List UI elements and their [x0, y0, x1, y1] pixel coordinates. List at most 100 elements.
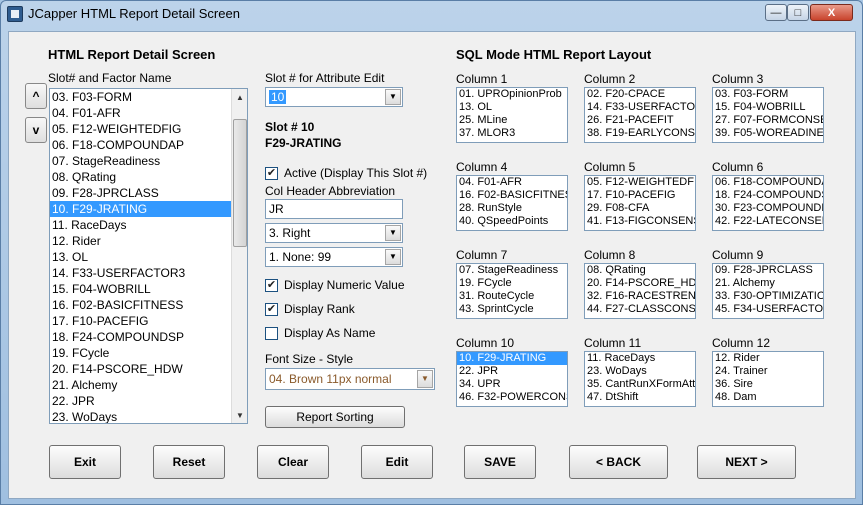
column-list-item[interactable]: 34. UPR — [457, 378, 567, 391]
save-button[interactable]: SAVE — [464, 445, 536, 479]
clear-button[interactable]: Clear — [257, 445, 329, 479]
column-list-item[interactable]: 48. Dam — [713, 391, 823, 404]
next-button[interactable]: NEXT > — [697, 445, 796, 479]
display-as-name-checkbox-box[interactable] — [265, 326, 278, 340]
slot-list-item[interactable]: 03. F03-FORM — [50, 89, 247, 105]
scroll-down-arrow-icon[interactable]: ▼ — [232, 407, 247, 423]
column-list-item[interactable]: 26. F21-PACEFIT — [585, 114, 695, 127]
slot-list-item[interactable]: 06. F18-COMPOUNDAP — [50, 137, 247, 153]
slot-list-item[interactable]: 05. F12-WEIGHTEDFIG — [50, 121, 247, 137]
display-rank-checkbox-box[interactable]: ✔ — [265, 302, 278, 316]
slot-list-item[interactable]: 11. RaceDays — [50, 217, 247, 233]
slot-list-item[interactable]: 04. F01-AFR — [50, 105, 247, 121]
column-list-item[interactable]: 43. SprintCycle — [457, 303, 567, 316]
chevron-down-icon[interactable]: ▼ — [417, 370, 433, 388]
reset-button[interactable]: Reset — [153, 445, 225, 479]
column-list-item[interactable]: 44. F27-CLASSCONSE — [585, 303, 695, 316]
column-list-item[interactable]: 30. F23-COMPOUNDLA — [713, 202, 823, 215]
exit-button[interactable]: Exit — [49, 445, 121, 479]
move-up-button[interactable]: ^ — [25, 83, 47, 109]
column-listbox[interactable]: 10. F29-JRATING 22. JPR 34. UPR 46. F32-POW… — [456, 351, 568, 407]
edit-button[interactable]: Edit — [361, 445, 433, 479]
slot-list-item[interactable]: 09. F28-JPRCLASS — [50, 185, 247, 201]
column-list-item[interactable]: 17. F10-PACEFIG — [585, 189, 695, 202]
column-listbox[interactable]: 02. F20-CPACE 14. F33-USERFACTOR 26. F21-P… — [584, 87, 696, 143]
col-header-input[interactable]: JR — [265, 199, 403, 219]
column-list-item[interactable]: 42. F22-LATECONSEN — [713, 215, 823, 228]
column-list-item[interactable]: 20. F14-PSCORE_HDW — [585, 277, 695, 290]
slot-list-item[interactable]: 07. StageReadiness — [50, 153, 247, 169]
column-list-item[interactable]: 13. OL — [457, 101, 567, 114]
slot-list-item[interactable]: 16. F02-BASICFITNESS — [50, 297, 247, 313]
column-list-item[interactable]: 10. F29-JRATING — [457, 352, 567, 365]
slot-list-item[interactable]: 13. OL — [50, 249, 247, 265]
column-list-item[interactable]: 36. Sire — [713, 378, 823, 391]
column-list-item[interactable]: 25. MLine — [457, 114, 567, 127]
slot-list-item[interactable]: 19. FCycle — [50, 345, 247, 361]
display-as-name-checkbox[interactable]: Display As Name — [265, 326, 375, 340]
column-list-item[interactable]: 37. MLOR3 — [457, 127, 567, 140]
slot-list-item[interactable]: 12. Rider — [50, 233, 247, 249]
alignment-select[interactable]: 3. Right ▼ — [265, 223, 403, 243]
display-numeric-checkbox[interactable]: ✔ Display Numeric Value — [265, 278, 405, 292]
column-list-item[interactable]: 24. Trainer — [713, 365, 823, 378]
move-down-button[interactable]: v — [25, 117, 47, 143]
slot-list-item[interactable]: 18. F24-COMPOUNDSP — [50, 329, 247, 345]
scroll-up-arrow-icon[interactable]: ▲ — [232, 89, 247, 105]
font-style-select[interactable]: 04. Brown 11px normal ▼ — [265, 368, 435, 390]
column-listbox[interactable]: 09. F28-JPRCLASS 21. Alchemy 33. F30-OPTIM… — [712, 263, 824, 319]
column-list-item[interactable]: 22. JPR — [457, 365, 567, 378]
column-list-item[interactable]: 01. UPROpinionProb — [457, 88, 567, 101]
column-list-item[interactable]: 02. F20-CPACE — [585, 88, 695, 101]
column-list-item[interactable]: 12. Rider — [713, 352, 823, 365]
active-checkbox[interactable]: ✔ Active (Display This Slot #) — [265, 166, 427, 180]
slot-select[interactable]: 10 ▼ — [265, 87, 403, 107]
column-list-item[interactable]: 18. F24-COMPOUNDSP — [713, 189, 823, 202]
column-listbox[interactable]: 04. F01-AFR 16. F02-BASICFITNESS 28. RunSt… — [456, 175, 568, 231]
column-list-item[interactable]: 40. QSpeedPoints — [457, 215, 567, 228]
column-list-item[interactable]: 33. F30-OPTIMIZATIO — [713, 290, 823, 303]
column-listbox[interactable]: 08. QRating 20. F14-PSCORE_HDW 32. F16-RAC… — [584, 263, 696, 319]
slot-list-item[interactable]: 15. F04-WOBRILL — [50, 281, 247, 297]
slot-list-item[interactable]: 22. JPR — [50, 393, 247, 409]
column-list-item[interactable]: 23. WoDays — [585, 365, 695, 378]
column-list-item[interactable]: 29. F08-CFA — [585, 202, 695, 215]
column-list-item[interactable]: 38. F19-EARLYCONSEN — [585, 127, 695, 140]
column-list-item[interactable]: 06. F18-COMPOUNDAP — [713, 176, 823, 189]
report-sorting-button[interactable]: Report Sorting — [265, 406, 405, 428]
active-checkbox-box[interactable]: ✔ — [265, 166, 278, 180]
column-list-item[interactable]: 04. F01-AFR — [457, 176, 567, 189]
close-button[interactable]: X — [810, 4, 853, 21]
column-listbox[interactable]: 11. RaceDays 23. WoDays 35. CantRunXFormAt… — [584, 351, 696, 407]
column-list-item[interactable]: 31. RouteCycle — [457, 290, 567, 303]
slot-list-item[interactable]: 10. F29-JRATING — [50, 201, 247, 217]
chevron-down-icon[interactable]: ▼ — [385, 89, 401, 105]
display-numeric-checkbox-box[interactable]: ✔ — [265, 278, 278, 292]
slot-list-scrollbar[interactable]: ▲ ▼ — [231, 89, 247, 423]
slot-list-item[interactable]: 14. F33-USERFACTOR3 — [50, 265, 247, 281]
column-list-item[interactable]: 21. Alchemy — [713, 277, 823, 290]
column-list-item[interactable]: 45. F34-USERFACTOR — [713, 303, 823, 316]
column-list-item[interactable]: 32. F16-RACESTRENG — [585, 290, 695, 303]
column-list-item[interactable]: 11. RaceDays — [585, 352, 695, 365]
slot-list-item[interactable]: 08. QRating — [50, 169, 247, 185]
column-listbox[interactable]: 12. Rider 24. Trainer 36. Sire 48. Dam — [712, 351, 824, 407]
column-list-item[interactable]: 05. F12-WEIGHTEDFIG — [585, 176, 695, 189]
chevron-down-icon[interactable]: ▼ — [385, 249, 401, 265]
scrollbar-thumb[interactable] — [233, 119, 247, 247]
column-listbox[interactable]: 06. F18-COMPOUNDAP 18. F24-COMPOUNDSP 30. … — [712, 175, 824, 231]
column-list-item[interactable]: 28. RunStyle — [457, 202, 567, 215]
column-list-item[interactable]: 46. F32-POWERCONSE — [457, 391, 567, 404]
column-list-item[interactable]: 08. QRating — [585, 264, 695, 277]
slot-factor-list[interactable]: 03. F03-FORM 04. F01-AFR 05. F12-WEIGHTEDF… — [49, 88, 248, 424]
none-value-select[interactable]: 1. None: 99 ▼ — [265, 247, 403, 267]
back-button[interactable]: < BACK — [569, 445, 668, 479]
column-list-item[interactable]: 41. F13-FIGCONSENSU — [585, 215, 695, 228]
slot-list-item[interactable]: 21. Alchemy — [50, 377, 247, 393]
column-list-item[interactable]: 19. FCycle — [457, 277, 567, 290]
column-list-item[interactable]: 09. F28-JPRCLASS — [713, 264, 823, 277]
column-list-item[interactable]: 03. F03-FORM — [713, 88, 823, 101]
chevron-down-icon[interactable]: ▼ — [385, 225, 401, 241]
column-listbox[interactable]: 05. F12-WEIGHTEDFIG 17. F10-PACEFIG 29. F0… — [584, 175, 696, 231]
column-list-item[interactable]: 47. DtShift — [585, 391, 695, 404]
